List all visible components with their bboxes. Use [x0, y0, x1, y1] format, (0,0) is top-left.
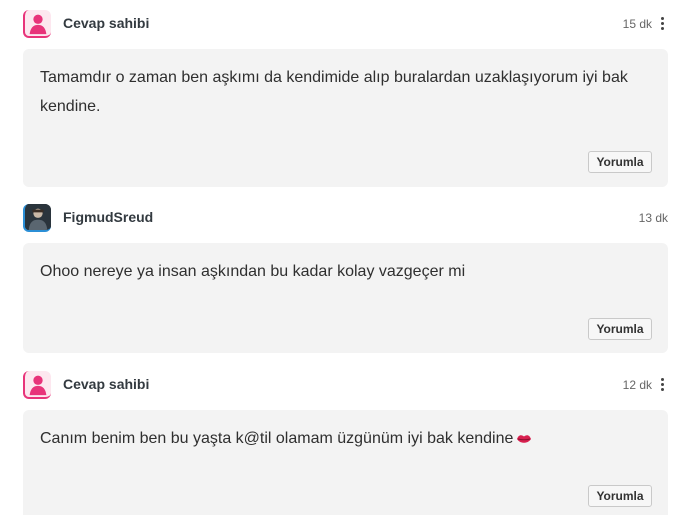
comment-header: Cevap sahibi 12 dk: [0, 371, 690, 401]
comment-header: Cevap sahibi 15 dk: [0, 10, 690, 40]
reply-button[interactable]: Yorumla: [588, 151, 652, 173]
author-name[interactable]: FigmudSreud: [63, 209, 153, 225]
comment-time: 13 dk: [638, 211, 668, 225]
female-user-icon: [29, 14, 47, 35]
owner-avatar[interactable]: [23, 371, 51, 399]
comment-bubble: Tamamdır o zaman ben aşkımı da kendimide…: [23, 49, 668, 187]
comment-time: 12 dk: [622, 378, 652, 392]
reply-button[interactable]: Yorumla: [588, 318, 652, 340]
comment-text: Canım benim ben bu yaşta k@til olamam üz…: [40, 430, 514, 447]
comment-item: Cevap sahibi 12 dk Canım benim ben bu ya…: [0, 371, 690, 515]
user-photo-icon: [25, 204, 51, 230]
comment-text: Ohoo nereye ya insan aşkından bu kadar k…: [40, 263, 466, 280]
more-options-icon[interactable]: [661, 378, 665, 392]
user-avatar[interactable]: [23, 204, 51, 232]
comment-item: FigmudSreud 13 dk Ohoo nereye ya insan a…: [0, 204, 690, 353]
kiss-mark-icon: [517, 435, 532, 443]
comment-header: FigmudSreud 13 dk: [0, 204, 690, 234]
comment-feed: Cevap sahibi 15 dk Tamamdır o zaman ben …: [0, 0, 690, 515]
comment-bubble: Canım benim ben bu yaşta k@til olamam üz…: [23, 410, 668, 515]
comment-text: Tamamdır o zaman ben aşkımı da kendimide…: [40, 69, 628, 115]
comment-time: 15 dk: [622, 17, 652, 31]
author-name[interactable]: Cevap sahibi: [63, 376, 149, 392]
comment-item: Cevap sahibi 15 dk Tamamdır o zaman ben …: [0, 10, 690, 187]
more-options-icon[interactable]: [661, 17, 665, 31]
comment-text-wrapper: Canım benim ben bu yaşta k@til olamam üz…: [40, 424, 628, 453]
female-user-icon: [29, 375, 47, 396]
reply-button[interactable]: Yorumla: [588, 485, 652, 507]
owner-avatar[interactable]: [23, 10, 51, 38]
comment-bubble: Ohoo nereye ya insan aşkından bu kadar k…: [23, 243, 668, 353]
author-name[interactable]: Cevap sahibi: [63, 15, 149, 31]
